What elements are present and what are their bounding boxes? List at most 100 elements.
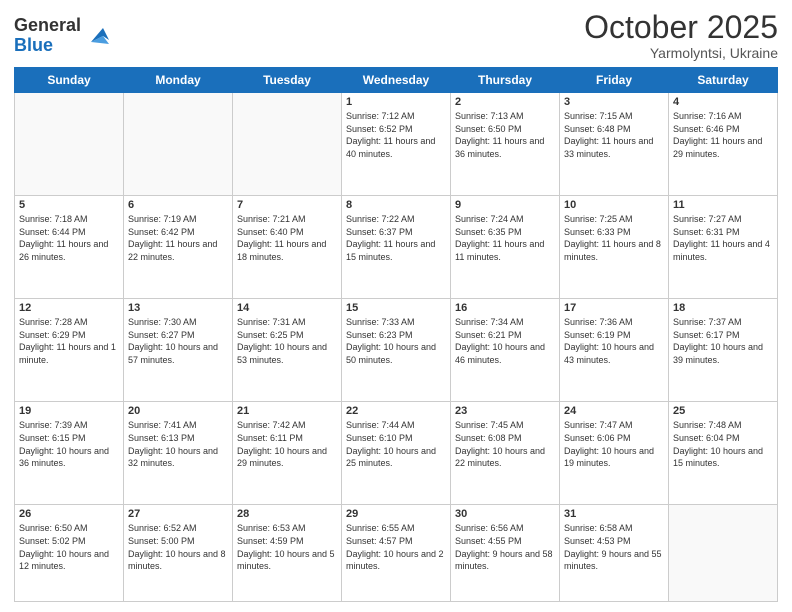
calendar-cell: 14 Sunrise: 7:31 AM Sunset: 6:25 PM Dayli… bbox=[233, 299, 342, 402]
calendar-cell: 4 Sunrise: 7:16 AM Sunset: 6:46 PM Daylig… bbox=[669, 93, 778, 196]
logo-blue-text: Blue bbox=[14, 35, 53, 55]
calendar-cell: 3 Sunrise: 7:15 AM Sunset: 6:48 PM Daylig… bbox=[560, 93, 669, 196]
logo-icon bbox=[83, 22, 111, 50]
day-number: 27 bbox=[128, 508, 228, 520]
day-info: Sunrise: 6:56 AM Sunset: 4:55 PM Dayligh… bbox=[455, 522, 555, 572]
col-header-friday: Friday bbox=[560, 68, 669, 93]
day-info: Sunrise: 7:16 AM Sunset: 6:46 PM Dayligh… bbox=[673, 110, 773, 160]
calendar-cell: 31 Sunrise: 6:58 AM Sunset: 4:53 PM Dayli… bbox=[560, 505, 669, 602]
calendar-cell: 18 Sunrise: 7:37 AM Sunset: 6:17 PM Dayli… bbox=[669, 299, 778, 402]
calendar-cell bbox=[233, 93, 342, 196]
day-info: Sunrise: 7:18 AM Sunset: 6:44 PM Dayligh… bbox=[19, 213, 119, 263]
day-info: Sunrise: 7:28 AM Sunset: 6:29 PM Dayligh… bbox=[19, 316, 119, 366]
day-info: Sunrise: 6:58 AM Sunset: 4:53 PM Dayligh… bbox=[564, 522, 664, 572]
day-info: Sunrise: 7:41 AM Sunset: 6:13 PM Dayligh… bbox=[128, 419, 228, 469]
calendar-cell: 10Sunrise: 7:25 AM Sunset: 6:33 PM Dayli… bbox=[560, 196, 669, 299]
calendar-cell: 27 Sunrise: 6:52 AM Sunset: 5:00 PM Dayli… bbox=[124, 505, 233, 602]
col-header-tuesday: Tuesday bbox=[233, 68, 342, 93]
day-info: Sunrise: 7:36 AM Sunset: 6:19 PM Dayligh… bbox=[564, 316, 664, 366]
day-number: 8 bbox=[346, 199, 446, 211]
col-header-wednesday: Wednesday bbox=[342, 68, 451, 93]
day-number: 21 bbox=[237, 405, 337, 417]
calendar-cell: 28 Sunrise: 6:53 AM Sunset: 4:59 PM Dayli… bbox=[233, 505, 342, 602]
day-number: 11 bbox=[673, 199, 773, 211]
day-number: 29 bbox=[346, 508, 446, 520]
calendar-cell: 13Sunrise: 7:30 AM Sunset: 6:27 PM Dayli… bbox=[124, 299, 233, 402]
day-number: 17 bbox=[564, 302, 664, 314]
day-number: 6 bbox=[128, 199, 228, 211]
page-header: General Blue October 2025 Yarmolyntsi, U… bbox=[14, 10, 778, 61]
day-info: Sunrise: 7:15 AM Sunset: 6:48 PM Dayligh… bbox=[564, 110, 664, 160]
day-info: Sunrise: 7:24 AM Sunset: 6:35 PM Dayligh… bbox=[455, 213, 555, 263]
day-info: Sunrise: 7:12 AM Sunset: 6:52 PM Dayligh… bbox=[346, 110, 446, 160]
logo: General Blue bbox=[14, 16, 111, 56]
col-header-thursday: Thursday bbox=[451, 68, 560, 93]
calendar-cell: 17 Sunrise: 7:36 AM Sunset: 6:19 PM Dayli… bbox=[560, 299, 669, 402]
day-number: 28 bbox=[237, 508, 337, 520]
day-info: Sunrise: 7:42 AM Sunset: 6:11 PM Dayligh… bbox=[237, 419, 337, 469]
calendar-cell: 9 Sunrise: 7:24 AM Sunset: 6:35 PM Daylig… bbox=[451, 196, 560, 299]
title-block: October 2025 Yarmolyntsi, Ukraine bbox=[584, 10, 778, 61]
calendar-cell bbox=[15, 93, 124, 196]
calendar-cell: 16 Sunrise: 7:34 AM Sunset: 6:21 PM Dayli… bbox=[451, 299, 560, 402]
day-number: 16 bbox=[455, 302, 555, 314]
day-number: 5 bbox=[19, 199, 119, 211]
day-number: 24 bbox=[564, 405, 664, 417]
calendar-cell: 1Sunrise: 7:12 AM Sunset: 6:52 PM Daylig… bbox=[342, 93, 451, 196]
day-info: Sunrise: 7:34 AM Sunset: 6:21 PM Dayligh… bbox=[455, 316, 555, 366]
calendar-cell: 25Sunrise: 7:48 AM Sunset: 6:04 PM Dayli… bbox=[669, 402, 778, 505]
calendar-cell: 26 Sunrise: 6:50 AM Sunset: 5:02 PM Dayli… bbox=[15, 505, 124, 602]
day-number: 9 bbox=[455, 199, 555, 211]
calendar-cell: 2 Sunrise: 7:13 AM Sunset: 6:50 PM Daylig… bbox=[451, 93, 560, 196]
calendar-cell: 11Sunrise: 7:27 AM Sunset: 6:31 PM Dayli… bbox=[669, 196, 778, 299]
col-header-monday: Monday bbox=[124, 68, 233, 93]
calendar-cell: 5 Sunrise: 7:18 AM Sunset: 6:44 PM Daylig… bbox=[15, 196, 124, 299]
day-number: 14 bbox=[237, 302, 337, 314]
col-header-saturday: Saturday bbox=[669, 68, 778, 93]
calendar-cell bbox=[669, 505, 778, 602]
day-number: 13 bbox=[128, 302, 228, 314]
calendar-cell: 8 Sunrise: 7:22 AM Sunset: 6:37 PM Daylig… bbox=[342, 196, 451, 299]
calendar-cell: 7 Sunrise: 7:21 AM Sunset: 6:40 PM Daylig… bbox=[233, 196, 342, 299]
day-info: Sunrise: 7:13 AM Sunset: 6:50 PM Dayligh… bbox=[455, 110, 555, 160]
day-info: Sunrise: 7:31 AM Sunset: 6:25 PM Dayligh… bbox=[237, 316, 337, 366]
day-number: 22 bbox=[346, 405, 446, 417]
calendar-cell: 29Sunrise: 6:55 AM Sunset: 4:57 PM Dayli… bbox=[342, 505, 451, 602]
day-number: 19 bbox=[19, 405, 119, 417]
day-number: 26 bbox=[19, 508, 119, 520]
day-number: 30 bbox=[455, 508, 555, 520]
calendar-cell: 30 Sunrise: 6:56 AM Sunset: 4:55 PM Dayli… bbox=[451, 505, 560, 602]
day-number: 18 bbox=[673, 302, 773, 314]
calendar-cell: 23 Sunrise: 7:45 AM Sunset: 6:08 PM Dayli… bbox=[451, 402, 560, 505]
day-number: 10 bbox=[564, 199, 664, 211]
day-info: Sunrise: 6:53 AM Sunset: 4:59 PM Dayligh… bbox=[237, 522, 337, 572]
day-number: 20 bbox=[128, 405, 228, 417]
day-number: 3 bbox=[564, 96, 664, 108]
location-title: Yarmolyntsi, Ukraine bbox=[584, 45, 778, 61]
day-number: 2 bbox=[455, 96, 555, 108]
day-info: Sunrise: 7:19 AM Sunset: 6:42 PM Dayligh… bbox=[128, 213, 228, 263]
calendar-table: SundayMondayTuesdayWednesdayThursdayFrid… bbox=[14, 67, 778, 602]
day-number: 12 bbox=[19, 302, 119, 314]
logo-general-text: General bbox=[14, 15, 81, 35]
day-number: 23 bbox=[455, 405, 555, 417]
day-info: Sunrise: 7:45 AM Sunset: 6:08 PM Dayligh… bbox=[455, 419, 555, 469]
calendar-cell: 12 Sunrise: 7:28 AM Sunset: 6:29 PM Dayli… bbox=[15, 299, 124, 402]
day-info: Sunrise: 7:22 AM Sunset: 6:37 PM Dayligh… bbox=[346, 213, 446, 263]
day-info: Sunrise: 6:50 AM Sunset: 5:02 PM Dayligh… bbox=[19, 522, 119, 572]
day-info: Sunrise: 7:47 AM Sunset: 6:06 PM Dayligh… bbox=[564, 419, 664, 469]
month-title: October 2025 bbox=[584, 10, 778, 45]
day-info: Sunrise: 7:33 AM Sunset: 6:23 PM Dayligh… bbox=[346, 316, 446, 366]
day-info: Sunrise: 6:52 AM Sunset: 5:00 PM Dayligh… bbox=[128, 522, 228, 572]
day-number: 25 bbox=[673, 405, 773, 417]
calendar-cell: 19Sunrise: 7:39 AM Sunset: 6:15 PM Dayli… bbox=[15, 402, 124, 505]
day-number: 15 bbox=[346, 302, 446, 314]
calendar-cell bbox=[124, 93, 233, 196]
day-number: 4 bbox=[673, 96, 773, 108]
day-info: Sunrise: 7:44 AM Sunset: 6:10 PM Dayligh… bbox=[346, 419, 446, 469]
day-info: Sunrise: 7:21 AM Sunset: 6:40 PM Dayligh… bbox=[237, 213, 337, 263]
calendar-cell: 15 Sunrise: 7:33 AM Sunset: 6:23 PM Dayli… bbox=[342, 299, 451, 402]
day-number: 7 bbox=[237, 199, 337, 211]
day-info: Sunrise: 7:37 AM Sunset: 6:17 PM Dayligh… bbox=[673, 316, 773, 366]
day-number: 31 bbox=[564, 508, 664, 520]
